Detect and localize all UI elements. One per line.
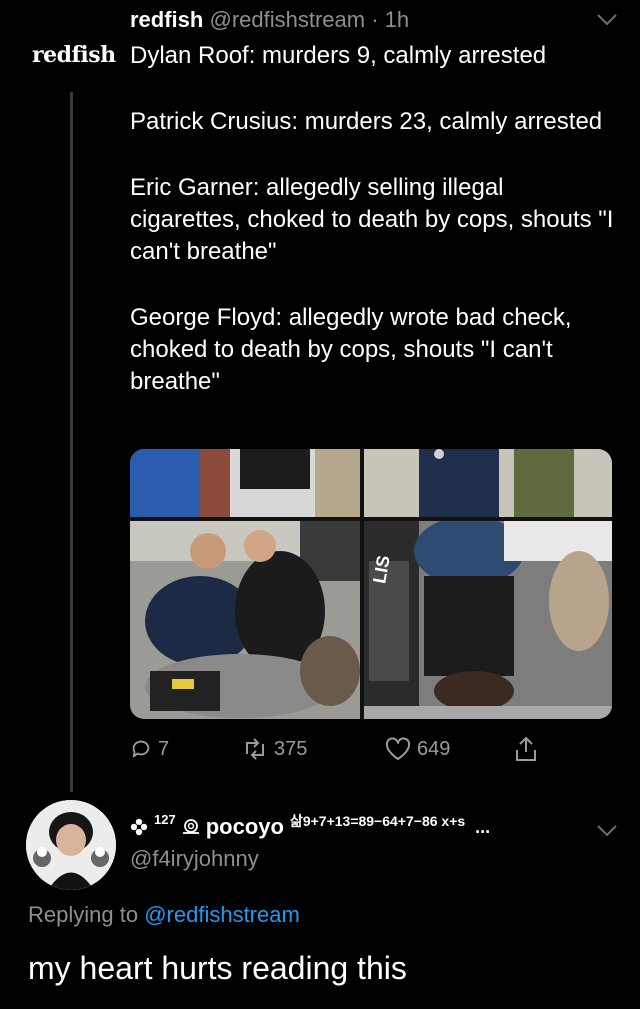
chevron-down-icon[interactable] [596,13,618,27]
reply-text: my heart hurts reading this [28,950,407,986]
media-photo[interactable] [130,449,360,517]
tweet-paragraph: George Floyd: allegedly wrote bad check,… [130,304,572,395]
name-overflow-ellipsis: ... [475,816,491,837]
chevron-down-icon[interactable] [596,824,618,838]
like-button[interactable]: 649 [385,733,450,765]
media-photo[interactable] [130,521,360,719]
retweet-icon [246,738,264,760]
avatar-image [26,800,116,890]
avatar[interactable] [26,800,116,890]
reply-author-handle[interactable]: @f4iryjohnny [130,846,259,872]
reply-button[interactable]: 7 [130,733,169,765]
replying-to-line: Replying to @redfishstream [28,902,300,928]
heart-icon [385,737,411,760]
replying-to-mention[interactable]: @redfishstream [144,902,300,927]
retweet-count: 375 [274,737,308,760]
snail-icon [182,819,199,834]
reply-author-name-suffix: 삶9+7+13=89−64+7−86 x+s [289,813,466,829]
tweet-author-handle[interactable]: @redfishstream [209,7,365,32]
tweet-author-name[interactable]: redfish [130,7,203,32]
tweet-actions: 7 375 649 [130,733,560,765]
media-photo[interactable] [364,521,612,719]
media-photo[interactable] [364,449,612,517]
tweet-paragraph: Patrick Crusius: murders 23, calmly arre… [130,108,603,135]
tweet-timestamp[interactable]: 1h [385,7,409,32]
tweet-header: redfish @redfishstream · 1h [130,6,409,34]
replying-to-label: Replying to [28,902,139,927]
header-separator: · [371,7,379,32]
share-icon [516,736,536,761]
reply-count: 7 [158,737,170,760]
redfish-logo: redfish [32,42,116,68]
share-button[interactable] [514,733,538,765]
like-count: 649 [417,737,451,760]
tweet-media-grid[interactable]: LIS [130,449,612,719]
reply-icon [132,740,150,758]
tweet-paragraph: Dylan Roof: murders 9, calmly arrested [130,42,547,69]
tweet-body: Dylan Roof: murders 9, calmly arrested P… [130,40,620,398]
badge-count: 127 [154,811,176,827]
tweet-paragraph: Eric Garner: allegedly selling illegal c… [130,174,614,265]
retweet-button[interactable]: 375 [242,733,307,765]
flower-icon [130,818,148,836]
reply-author-name[interactable]: pocoyo [206,814,284,840]
thread-line [70,92,73,792]
reply-author-row: 127 pocoyo 삶9+7+13=89−64+7−86 x+s ... [130,811,491,840]
